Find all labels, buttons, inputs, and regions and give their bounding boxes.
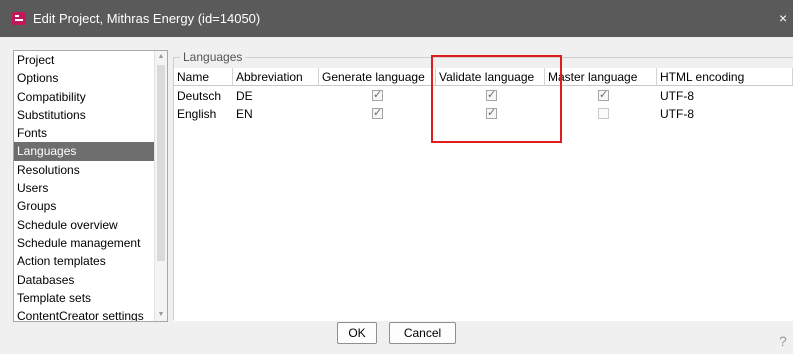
scroll-down-icon[interactable]: ▼ (155, 309, 167, 321)
validate-language-highlight (431, 55, 562, 143)
cancel-button[interactable]: Cancel (389, 322, 456, 344)
sidebar-scrollbar[interactable]: ▲ ▼ (154, 51, 167, 321)
scroll-up-icon[interactable]: ▲ (155, 51, 167, 63)
help-icon[interactable]: ? (779, 333, 787, 349)
col-header-name[interactable]: Name (174, 68, 233, 86)
sidebar-item[interactable]: Fonts (14, 124, 154, 142)
ok-button[interactable]: OK (337, 322, 377, 344)
generate-language-checkbox[interactable] (372, 88, 383, 101)
window-title: Edit Project, Mithras Energy (id=14050) (33, 11, 261, 26)
scrollbar-thumb[interactable] (157, 65, 165, 261)
html-encoding-cell: UTF-8 (660, 107, 694, 121)
sidebar-item[interactable]: Resolutions (14, 161, 154, 179)
sidebar-item[interactable]: Options (14, 69, 154, 87)
sidebar-item[interactable]: Compatibility (14, 88, 154, 106)
languages-group-legend: Languages (180, 50, 246, 64)
sidebar-item[interactable]: Databases (14, 271, 154, 289)
language-abbreviation-cell: DE (236, 89, 253, 103)
settings-category-list[interactable]: Project Options Compatibility Substitutions… (13, 50, 168, 322)
sidebar-item[interactable]: Template sets (14, 289, 154, 307)
col-header-generate-language[interactable]: Generate language (319, 68, 436, 86)
sidebar-item[interactable]: Users (14, 179, 154, 197)
language-name-cell: English (177, 107, 217, 121)
sidebar-item[interactable]: Languages (14, 142, 154, 161)
sidebar-item[interactable]: Project (14, 51, 154, 69)
sidebar-item[interactable]: Groups (14, 197, 154, 215)
sidebar-item[interactable]: Action templates (14, 252, 154, 270)
col-header-abbreviation[interactable]: Abbreviation (233, 68, 319, 86)
html-encoding-cell: UTF-8 (660, 89, 694, 103)
sidebar-item[interactable]: Schedule management (14, 234, 154, 252)
col-header-html-encoding[interactable]: HTML encoding (657, 68, 793, 86)
language-abbreviation-cell: EN (236, 107, 253, 121)
master-language-checkbox[interactable] (598, 88, 609, 101)
language-name-cell: Deutsch (177, 89, 222, 103)
sidebar-item[interactable]: ContentCreator settings (14, 307, 154, 321)
master-language-checkbox[interactable] (598, 108, 609, 119)
sidebar-item[interactable]: Schedule overview (14, 216, 154, 234)
close-icon[interactable]: × (779, 10, 793, 26)
generate-language-checkbox[interactable] (372, 106, 383, 119)
app-icon (12, 12, 26, 25)
sidebar-item[interactable]: Substitutions (14, 106, 154, 124)
settings-category-items: Project Options Compatibility Substitutions… (14, 51, 154, 321)
title-bar: Edit Project, Mithras Energy (id=14050) … (0, 0, 793, 37)
